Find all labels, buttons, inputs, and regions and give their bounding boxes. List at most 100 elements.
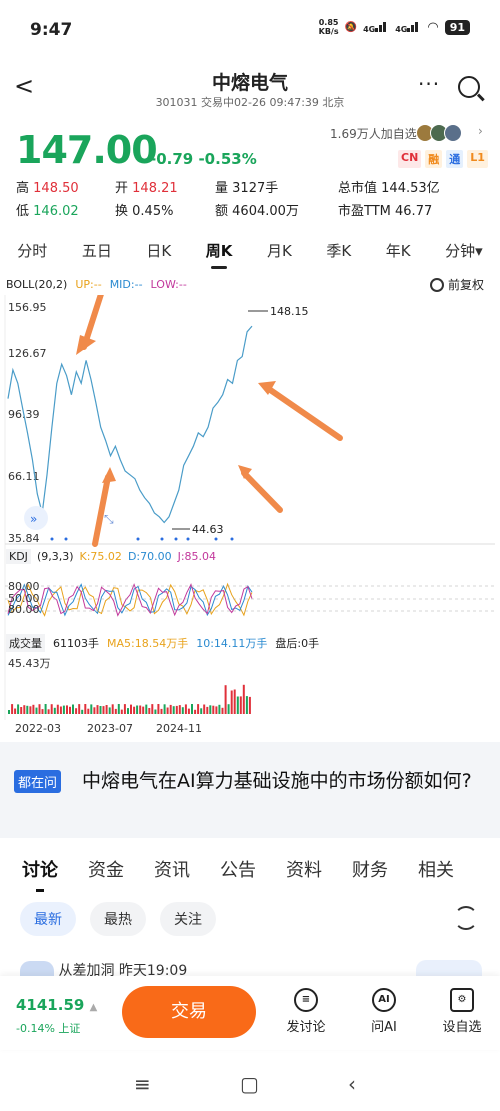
tag-level: L1 (467, 150, 488, 168)
boll-name: BOLL(20,2) (6, 278, 68, 291)
tab-weekly[interactable]: 周K (206, 240, 232, 269)
tag-margin: 融 (425, 150, 443, 168)
arrow-heads (76, 335, 276, 483)
volume-bar (200, 708, 203, 714)
volume-name: 成交量 (6, 634, 45, 652)
more-button[interactable]: ··· (418, 72, 440, 96)
adjust-label: 前复权 (448, 278, 485, 292)
event-dot (230, 537, 234, 541)
kdj-j: J:85.04 (177, 550, 217, 563)
qa-question: 中熔电气在AI算力基础设施中的市场份额如何? (82, 770, 472, 792)
pill-following[interactable]: 关注 (160, 902, 216, 936)
tab-intraday[interactable]: 分时 (17, 240, 47, 261)
event-dot (160, 537, 164, 541)
volume-max: 45.43万 (8, 657, 51, 670)
tab-5day[interactable]: 五日 (82, 240, 112, 261)
signal-icon-1: 4G (363, 20, 389, 35)
tab-finance[interactable]: 财务 (352, 856, 388, 882)
event-dots (50, 537, 234, 541)
search-icon[interactable] (458, 76, 480, 98)
volume-bar (108, 707, 111, 714)
volume-bar (50, 704, 53, 714)
volume-bar (233, 689, 236, 714)
status-bar: 9:47 0.85 KB/s 🔕 4G 4G ◠ 91 (0, 0, 500, 60)
volume-bar (163, 704, 166, 714)
volume-bar (111, 704, 114, 714)
volume-bar (136, 705, 139, 714)
tab-funds[interactable]: 资金 (88, 856, 124, 882)
volume-bar (221, 707, 224, 714)
volume-bar (242, 684, 245, 714)
chevron-right-icon[interactable]: › (478, 124, 483, 138)
volume-bar (93, 707, 96, 714)
tab-related[interactable]: 相关 (418, 856, 454, 882)
quote-low: 低 146.02 (16, 204, 79, 219)
battery-icon: 91 (444, 19, 470, 35)
kdj-k: K:75.02 (79, 550, 122, 563)
fullscreen-icon[interactable]: ⤡ (104, 512, 114, 526)
volume-bar (120, 709, 123, 714)
home-icon[interactable]: ▢ (240, 1072, 259, 1096)
tab-discussion[interactable]: 讨论 (22, 856, 58, 892)
volume-bar (191, 704, 193, 714)
post-discussion-button[interactable]: ≡ 发讨论 (276, 988, 336, 1035)
tab-daily[interactable]: 日K (146, 240, 171, 261)
volume-bar (148, 708, 151, 714)
add-favorite-button[interactable]: ⚙ 设自选 (432, 988, 492, 1035)
event-dot (174, 537, 178, 541)
pill-latest[interactable]: 最新 (20, 902, 76, 936)
quote-volume: 量 3127手 (215, 181, 279, 196)
tab-yearly[interactable]: 年K (386, 240, 411, 261)
price-line-group (7, 325, 253, 524)
followers-count[interactable]: 1.69万人加自选 (330, 125, 417, 142)
volume-bar (154, 709, 157, 714)
volume-bar (11, 704, 14, 714)
back-nav-icon[interactable]: ‹ (348, 1072, 356, 1096)
x-tick: 2023-07 (87, 722, 133, 735)
tab-profile[interactable]: 资料 (286, 856, 322, 882)
mute-icon: 🔕 (344, 21, 358, 33)
volume-bar (56, 704, 59, 714)
quote-pe: 市盈TTM 46.77 (338, 204, 433, 219)
adjust-toggle[interactable]: 前复权 (430, 276, 484, 293)
kdj-params: (9,3,3) (36, 550, 74, 563)
volume-legend[interactable]: 成交量 61103手 MA5:18.54万手 10:14.11万手 盘后:0手 (6, 634, 319, 652)
ai-icon: AI (372, 988, 396, 1012)
volume-bar (26, 705, 29, 714)
volume-value: 61103手 (53, 637, 99, 650)
price-chart[interactable]: 148.15 44.63 » ⤡ 80.00 50.00 80.00 (0, 295, 500, 725)
tab-announcements[interactable]: 公告 (220, 856, 256, 882)
tab-minute[interactable]: 分钟▾ (445, 240, 483, 261)
price-line (7, 325, 253, 524)
header: < 中熔电气 301031 交易中02-26 09:47:39 北京 ··· (0, 62, 500, 112)
tab-quarterly[interactable]: 季K (326, 240, 351, 261)
volume-bar (96, 705, 99, 714)
volume-bar (32, 704, 35, 714)
volume-bar (62, 705, 65, 714)
qa-badge: 都在问 (14, 770, 62, 793)
kdj-legend[interactable]: KDJ (9,3,3) K:75.02 D:70.00 J:85.04 (6, 549, 216, 564)
kdj-d: D:70.00 (127, 550, 172, 563)
volume-bar (215, 706, 218, 714)
tab-monthly[interactable]: 月K (267, 240, 292, 261)
min-label: 44.63 (192, 523, 224, 536)
pill-hot[interactable]: 最热 (90, 902, 146, 936)
current-price: 147.00 (16, 128, 158, 172)
follower-avatars[interactable] (416, 124, 462, 142)
event-dot (186, 537, 190, 541)
refresh-icon[interactable] (454, 906, 478, 930)
kdj-level: 80.00 (8, 580, 40, 593)
volume-bar (20, 707, 23, 714)
menu-icon[interactable]: ≡ (134, 1072, 151, 1096)
ask-ai-button[interactable]: AI 问AI (354, 988, 414, 1035)
volume-bar (230, 690, 233, 714)
trade-button[interactable]: 交易 (122, 986, 256, 1038)
volume-bar (59, 706, 62, 714)
volume-bar (239, 696, 242, 714)
index-value[interactable]: 4141.59 ▲ (16, 996, 97, 1014)
volume-bar (72, 704, 74, 714)
stock-tags: CN 融 通 L1 (398, 150, 488, 168)
tab-news[interactable]: 资讯 (154, 856, 190, 882)
boll-legend[interactable]: BOLL(20,2) UP:-- MID:-- LOW:-- (6, 278, 187, 291)
qa-banner[interactable]: 中熔电气在AI算力基础设施中的市场份额如何? 都在问 (0, 742, 500, 838)
